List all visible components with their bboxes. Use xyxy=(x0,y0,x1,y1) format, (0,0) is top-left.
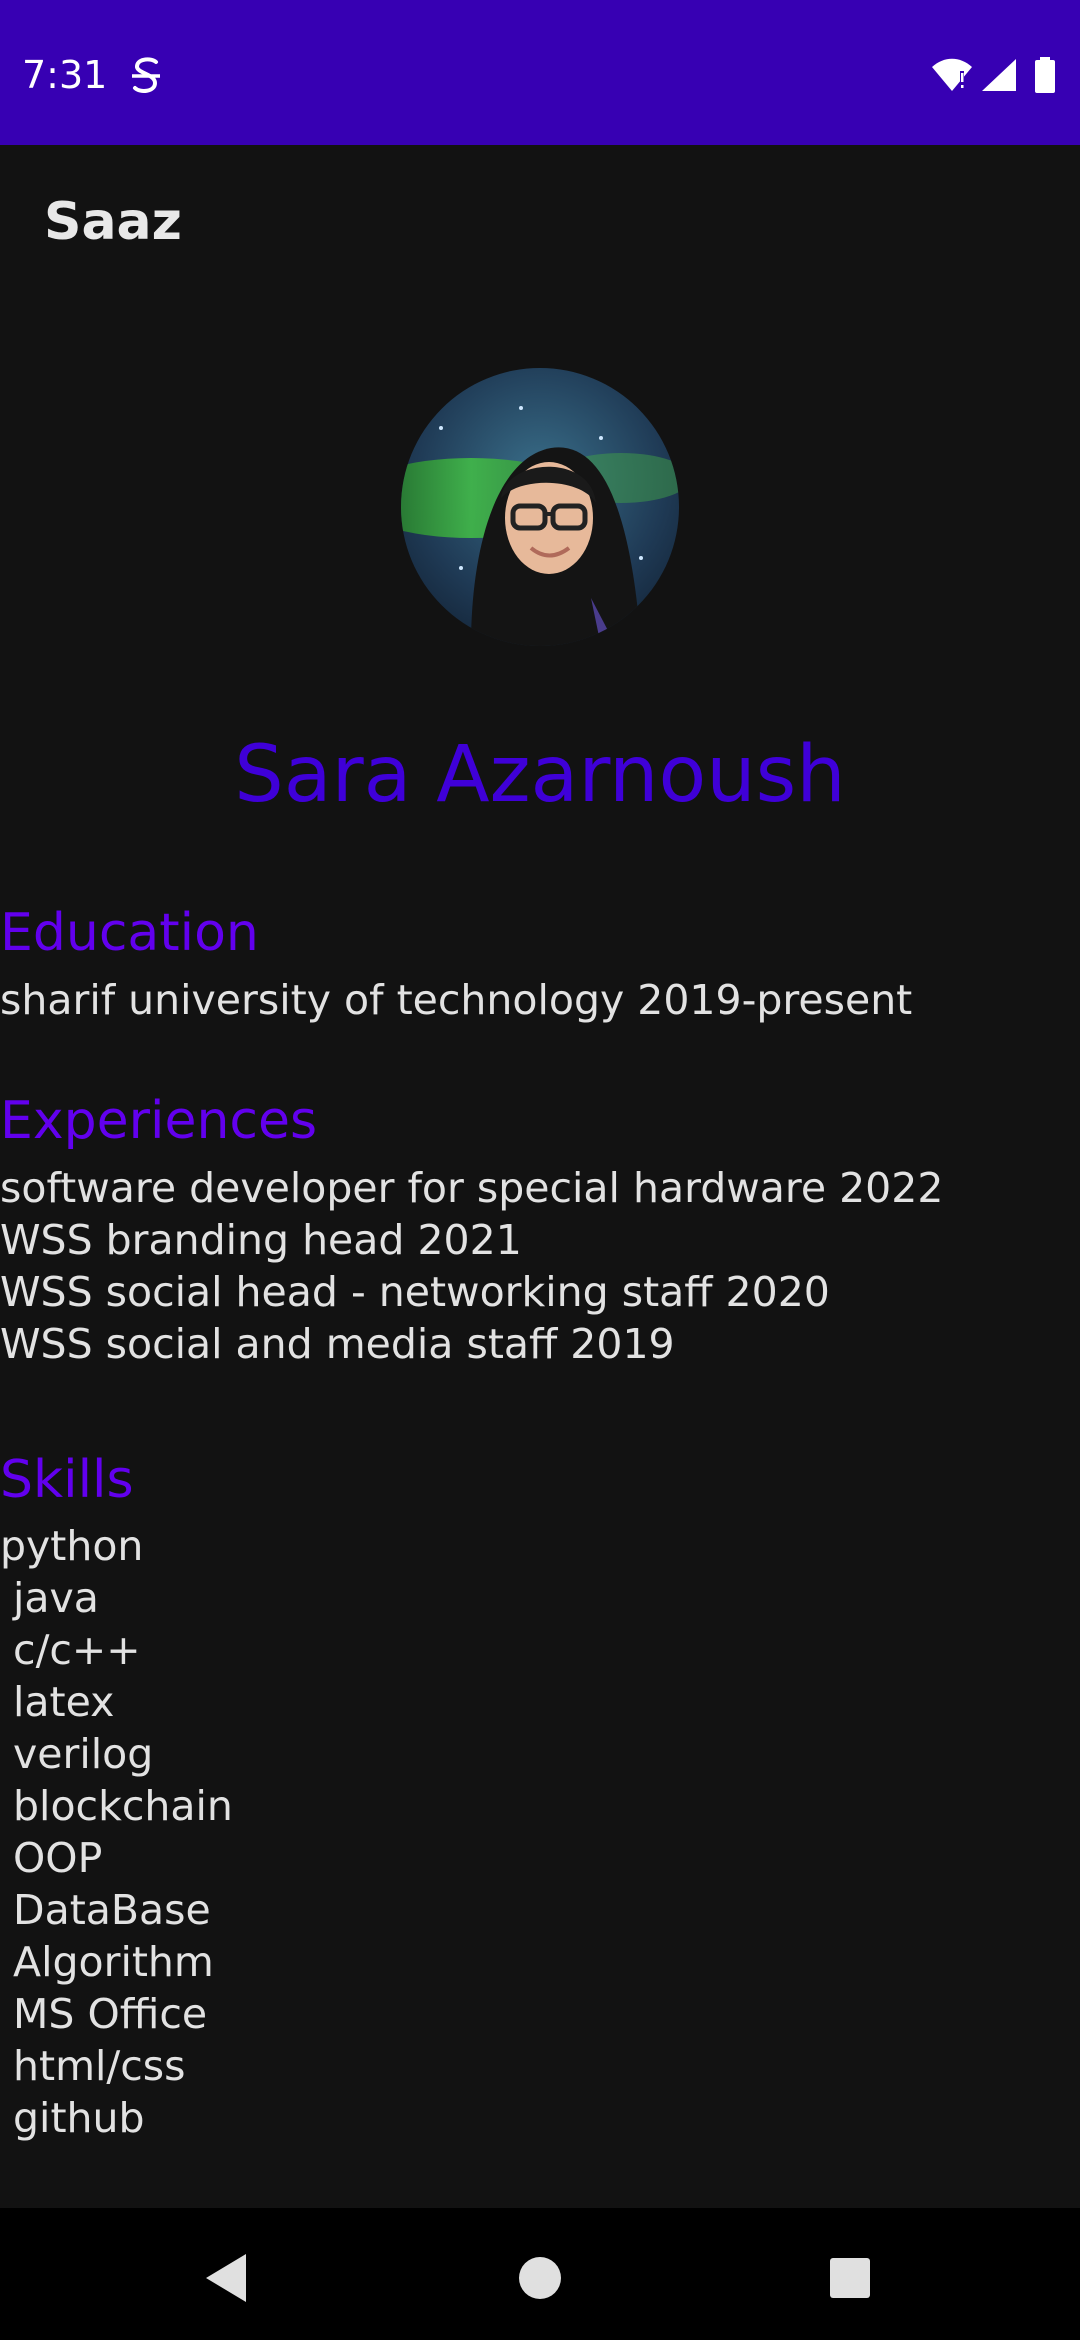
skill-item: java xyxy=(0,1574,99,1622)
back-icon[interactable] xyxy=(196,2248,256,2308)
app-bar: Saaz xyxy=(0,145,1080,305)
home-icon[interactable] xyxy=(510,2248,570,2308)
education-title: Education xyxy=(0,903,259,963)
education-list: sharif university of technology 2019-pre… xyxy=(0,974,912,1026)
skill-item: DataBase xyxy=(0,1886,211,1934)
experience-item: WSS social and media staff 2019 xyxy=(0,1320,675,1368)
wifi-icon xyxy=(932,58,972,91)
skill-item: html/css xyxy=(0,2042,186,2090)
s-notification-icon xyxy=(132,57,160,93)
recents-icon[interactable] xyxy=(820,2248,880,2308)
experience-item: software developer for special hardware … xyxy=(0,1164,944,1212)
skill-item: blockchain xyxy=(0,1782,233,1830)
experience-item: WSS branding head 2021 xyxy=(0,1216,522,1264)
skill-item: latex xyxy=(0,1678,115,1726)
skills-title: Skills xyxy=(0,1450,134,1510)
experiences-list: software developer for special hardware … xyxy=(0,1162,943,1370)
skill-item: c/c++ xyxy=(0,1626,141,1674)
battery-icon xyxy=(1035,57,1055,93)
education-item: sharif university of technology 2019-pre… xyxy=(0,976,913,1024)
skill-item: MS Office xyxy=(0,1990,208,2038)
experience-item: WSS social head - networking staff 2020 xyxy=(0,1268,830,1316)
app-title: Saaz xyxy=(44,192,182,252)
navigation-bar xyxy=(0,2208,1080,2340)
skills-list: python java c/c++ latex verilog blockcha… xyxy=(0,1520,233,2144)
status-time: 7:31 xyxy=(22,53,108,97)
status-bar: 7:31 xyxy=(0,0,1080,145)
signal-icon xyxy=(982,59,1016,91)
skill-item: verilog xyxy=(0,1730,154,1778)
skill-item: github xyxy=(0,2094,145,2142)
profile-photo-icon xyxy=(401,368,679,646)
skill-item: Algorithm xyxy=(0,1938,214,1986)
skill-item: python xyxy=(0,1522,144,1570)
skill-item: OOP xyxy=(0,1834,103,1882)
profile-name: Sara Azarnoush xyxy=(234,730,846,820)
experiences-title: Experiences xyxy=(0,1091,318,1151)
profile-avatar xyxy=(401,368,679,646)
